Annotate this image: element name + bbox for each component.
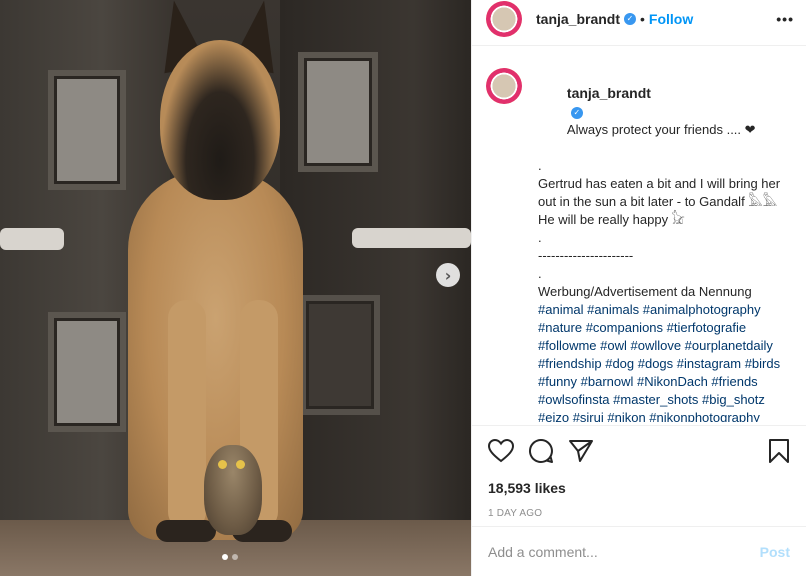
actions-bar: 18,593 likes 1 DAY AGO: [472, 425, 806, 519]
carousel-indicator: [222, 554, 238, 560]
door-panel: [300, 295, 380, 415]
caption-line: .: [538, 158, 542, 173]
comment-icon[interactable]: [528, 438, 554, 464]
next-photo-button[interactable]: ›: [436, 263, 460, 287]
caption-username-link[interactable]: tanja_brandt: [567, 85, 651, 101]
bookmark-icon[interactable]: [768, 438, 790, 464]
hashtags-text[interactable]: #animal #animals #animalphotography #nat…: [538, 302, 784, 422]
avatar[interactable]: [486, 0, 522, 37]
heart-icon[interactable]: [488, 439, 514, 463]
owl: [204, 445, 262, 535]
owl-eye: [236, 460, 245, 469]
comment-input[interactable]: [488, 543, 760, 560]
door-panel: [48, 70, 126, 190]
post-time[interactable]: 1 DAY AGO: [488, 508, 790, 519]
post-header: tanja_brandt ✓ • Follow •••: [472, 0, 806, 46]
caption: tanja_brandt ✓ Always protect your frien…: [486, 66, 806, 422]
dog-head: [160, 40, 280, 200]
caption-text: tanja_brandt ✓ Always protect your frien…: [538, 66, 788, 422]
caption-line: ----------------------: [538, 248, 634, 263]
caption-line: Werbung/Advertisement da Nennung: [538, 284, 752, 299]
hashtag-links[interactable]: #animal #animals #animalphotography #nat…: [538, 301, 788, 422]
hinge: [352, 228, 471, 248]
caption-line: .: [538, 266, 542, 281]
carousel-dot-active: [222, 554, 228, 560]
post-comment-button[interactable]: Post: [760, 544, 790, 560]
likes-count[interactable]: 18,593 likes: [488, 480, 790, 496]
post-photo[interactable]: ›: [0, 0, 471, 576]
dog-leg: [168, 300, 206, 530]
carousel-dot: [232, 554, 238, 560]
comment-bar: Post: [472, 526, 806, 576]
caption-line: Gertrud has eaten a bit and I will bring…: [538, 176, 784, 209]
more-options-icon[interactable]: •••: [776, 11, 794, 27]
caption-line: .: [538, 230, 542, 245]
chevron-right-icon: ›: [444, 265, 452, 285]
hinge: [0, 228, 64, 250]
caption-first-line: Always protect your friends .... ❤: [566, 122, 756, 137]
dog-paw: [156, 520, 216, 542]
door-panel: [298, 52, 378, 172]
username-link[interactable]: tanja_brandt: [536, 11, 620, 27]
verified-icon: ✓: [624, 12, 637, 25]
caption-line: He will be really happy 𓃠: [538, 212, 685, 227]
share-icon[interactable]: [568, 439, 594, 463]
caption-avatar[interactable]: [486, 68, 522, 104]
verified-icon: ✓: [570, 106, 583, 119]
owl-eye: [218, 460, 227, 469]
door-panel: [48, 312, 126, 432]
header-separator: •: [640, 10, 645, 27]
post-sidebar: tanja_brandt ✓ • Follow ••• tanja_brandt…: [471, 0, 806, 576]
follow-button[interactable]: Follow: [649, 11, 693, 27]
